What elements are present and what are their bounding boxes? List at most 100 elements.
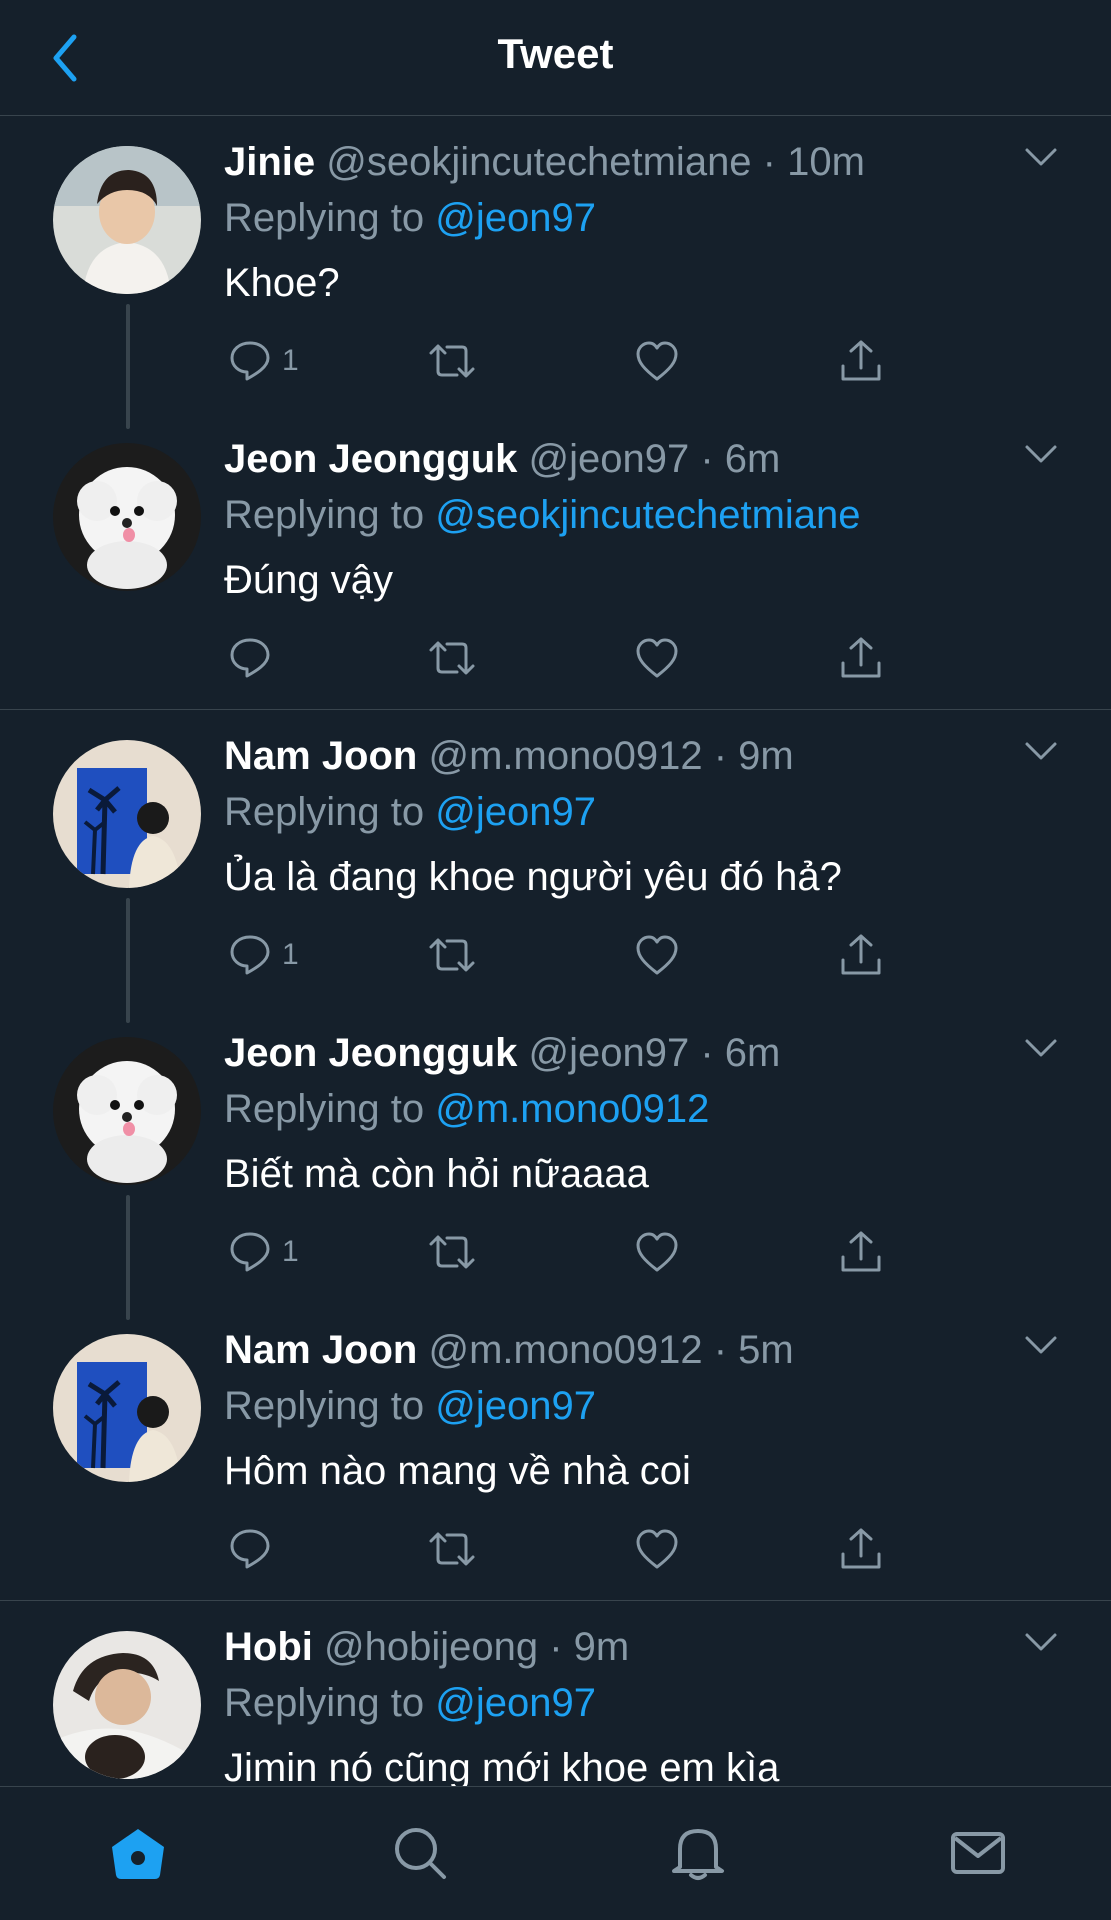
chevron-down-icon[interactable]: [1023, 443, 1059, 467]
mention-link[interactable]: @m.mono0912: [435, 1087, 709, 1131]
reply-icon: [230, 935, 270, 975]
tweet[interactable]: Nam Joon @m.mono0912 · 5m Replying to @j…: [0, 1304, 1111, 1601]
reply-context: Replying to @jeon97: [224, 788, 1071, 836]
tab-notifications[interactable]: [668, 1823, 728, 1883]
heart-icon: [636, 1529, 678, 1569]
share-button[interactable]: [838, 633, 884, 683]
separator-dot: ·: [702, 1328, 739, 1372]
author-name[interactable]: Jeon Jeongguk: [224, 437, 517, 481]
author-handle[interactable]: @seokjincutechetmiane: [326, 140, 751, 184]
author-name[interactable]: Hobi: [224, 1625, 313, 1669]
timestamp[interactable]: 6m: [725, 1031, 781, 1075]
retweet-button[interactable]: [427, 633, 477, 683]
retweet-button[interactable]: [427, 930, 477, 980]
heart-icon: [636, 1232, 678, 1272]
avatar[interactable]: [53, 740, 201, 888]
chevron-down-icon[interactable]: [1023, 740, 1059, 764]
retweet-icon: [429, 641, 475, 675]
avatar[interactable]: [53, 443, 201, 591]
separator-dot: ·: [689, 437, 725, 481]
tweet[interactable]: Jeon Jeongguk @jeon97 · 6m Replying to @…: [0, 1007, 1111, 1320]
mention-link[interactable]: @jeon97: [435, 196, 596, 240]
tweet[interactable]: Jeon Jeongguk @jeon97 · 6m Replying to @…: [0, 413, 1111, 710]
reply-context: Replying to @jeon97: [224, 1382, 1071, 1430]
heart-icon: [636, 638, 678, 678]
timestamp[interactable]: 9m: [574, 1625, 630, 1669]
avatar[interactable]: [53, 1334, 201, 1482]
share-button[interactable]: [838, 930, 884, 980]
author-handle[interactable]: @hobijeong: [324, 1625, 538, 1669]
chevron-down-icon[interactable]: [1023, 1037, 1059, 1061]
mention-link[interactable]: @jeon97: [435, 790, 596, 834]
timestamp[interactable]: 5m: [738, 1328, 794, 1372]
tweet[interactable]: Hobi @hobijeong · 9m Replying to @jeon97…: [0, 1601, 1111, 1786]
action-bar: 1: [224, 930, 924, 980]
tweet[interactable]: Jinie @seokjincutechetmiane · 10m Replyi…: [0, 116, 1111, 429]
reply-prefix: Replying to: [224, 493, 425, 537]
tab-messages[interactable]: [948, 1823, 1008, 1883]
share-icon: [841, 340, 881, 381]
heart-icon: [636, 935, 678, 975]
timestamp[interactable]: 9m: [738, 734, 794, 778]
author-name[interactable]: Jeon Jeongguk: [224, 1031, 517, 1075]
share-button[interactable]: [838, 1227, 884, 1277]
reply-prefix: Replying to: [224, 196, 425, 240]
like-button[interactable]: [634, 633, 680, 683]
retweet-button[interactable]: [427, 1227, 477, 1277]
separator-dot: ·: [538, 1625, 574, 1669]
mention-link[interactable]: @jeon97: [435, 1384, 596, 1428]
tweet-text: Đúng vậy: [224, 558, 393, 602]
share-icon: [841, 637, 881, 678]
author-handle[interactable]: @m.mono0912: [428, 734, 702, 778]
retweet-button[interactable]: [427, 336, 477, 386]
retweet-icon: [429, 1235, 475, 1269]
timestamp[interactable]: 10m: [787, 140, 865, 184]
reply-icon: [230, 1232, 270, 1272]
tab-search[interactable]: [390, 1823, 450, 1883]
share-icon: [841, 934, 881, 975]
bottom-tab-bar: [0, 1786, 1111, 1920]
reply-count: 1: [282, 344, 299, 377]
heart-icon: [636, 341, 678, 381]
reply-icon: [230, 1529, 270, 1569]
tweet-text: Khoe?: [224, 261, 340, 305]
tweet[interactable]: Nam Joon @m.mono0912 · 9m Replying to @j…: [0, 710, 1111, 1023]
share-button[interactable]: [838, 336, 884, 386]
author-handle[interactable]: @m.mono0912: [428, 1328, 702, 1372]
action-bar: 1: [224, 336, 924, 386]
thread-connector: [126, 898, 130, 1023]
timestamp[interactable]: 6m: [725, 437, 781, 481]
share-button[interactable]: [838, 1524, 884, 1574]
separator-dot: ·: [702, 734, 739, 778]
retweet-icon: [429, 938, 475, 972]
like-button[interactable]: [634, 1524, 680, 1574]
chevron-down-icon[interactable]: [1023, 1631, 1059, 1655]
like-button[interactable]: [634, 1227, 680, 1277]
avatar[interactable]: [53, 1037, 201, 1185]
tab-home[interactable]: [108, 1823, 168, 1883]
home-icon: [112, 1829, 164, 1879]
chevron-down-icon[interactable]: [1023, 146, 1059, 170]
author-name[interactable]: Nam Joon: [224, 734, 417, 778]
reply-button[interactable]: 1: [228, 336, 299, 386]
reply-button[interactable]: [228, 633, 282, 683]
retweet-button[interactable]: [427, 1524, 477, 1574]
thread-connector: [126, 304, 130, 429]
avatar[interactable]: [53, 146, 201, 294]
reply-button[interactable]: 1: [228, 930, 299, 980]
author-handle[interactable]: @jeon97: [529, 1031, 690, 1075]
author-name[interactable]: Nam Joon: [224, 1328, 417, 1372]
mention-link[interactable]: @jeon97: [435, 1681, 596, 1725]
author-handle[interactable]: @jeon97: [529, 437, 690, 481]
reply-button[interactable]: [228, 1524, 282, 1574]
top-bar: Tweet: [0, 0, 1111, 116]
reply-button[interactable]: 1: [228, 1227, 299, 1277]
like-button[interactable]: [634, 930, 680, 980]
chevron-down-icon[interactable]: [1023, 1334, 1059, 1358]
author-name[interactable]: Jinie: [224, 140, 315, 184]
reply-prefix: Replying to: [224, 790, 425, 834]
like-button[interactable]: [634, 336, 680, 386]
mention-link[interactable]: @seokjincutechetmiane: [435, 493, 860, 537]
avatar[interactable]: [53, 1631, 201, 1779]
tweet-text: Ủa là đang khoe người yêu đó hả?: [224, 855, 842, 899]
